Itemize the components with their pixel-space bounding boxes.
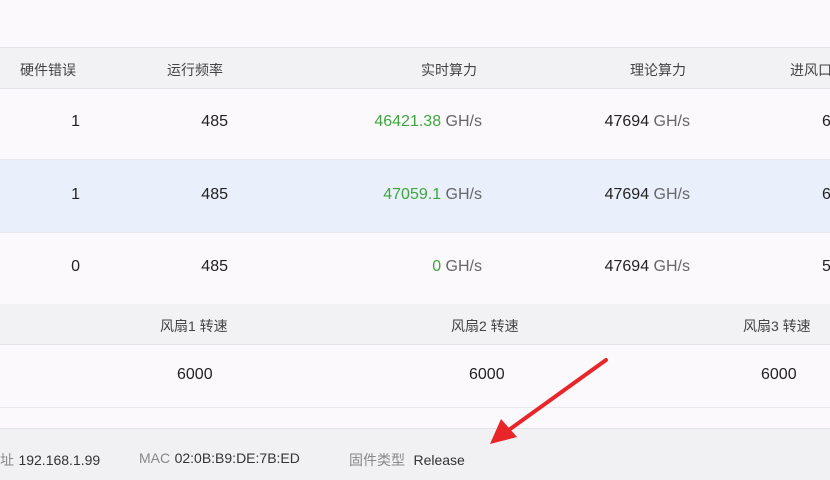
realtime-hashrate-unit: GH/s — [445, 186, 482, 203]
hw-errors-value: 0 — [71, 258, 80, 275]
hashboard-table-header: 硬件错误 运行频率 实时算力 理论算力 进风口 — [0, 47, 830, 89]
device-info-footer: 址 192.168.1.99 MAC 02:0B:B9:DE:7B:ED 固件类… — [0, 428, 830, 480]
mac-address-value: 02:0B:B9:DE:7B:ED — [174, 450, 300, 466]
firmware-type-label: 固件类型 — [349, 452, 405, 468]
theoretical-hashrate-unit: GH/s — [653, 258, 690, 275]
realtime-hashrate-unit: GH/s — [445, 113, 482, 130]
ip-address-label: 址 — [0, 452, 14, 468]
inlet-temp-value: 6 — [822, 113, 830, 130]
frequency-value: 485 — [201, 258, 228, 275]
fan3-speed-value: 6000 — [761, 366, 797, 383]
hw-errors-value: 1 — [71, 186, 80, 203]
theoretical-hashrate: 47694 GH/s — [605, 113, 690, 131]
realtime-hashrate-unit: GH/s — [445, 258, 482, 275]
theoretical-hashrate: 47694 GH/s — [605, 186, 690, 204]
theoretical-hashrate-unit: GH/s — [653, 113, 690, 130]
inlet-temp-value: 6 — [822, 186, 830, 203]
realtime-hashrate: 46421.38 GH/s — [374, 113, 482, 131]
col-fan3-speed: 风扇3 转速 — [743, 318, 811, 334]
col-realtime-hashrate: 实时算力 — [421, 62, 477, 78]
mac-address: MAC 02:0B:B9:DE:7B:ED — [139, 450, 300, 468]
hw-errors-value: 1 — [71, 113, 80, 130]
table-row: 1 485 47059.1 GH/s 47694 GH/s 6 — [0, 160, 830, 233]
col-fan2-speed: 风扇2 转速 — [451, 318, 519, 334]
frequency-value: 485 — [201, 186, 228, 203]
col-fan1-speed: 风扇1 转速 — [160, 318, 228, 334]
mac-address-label: MAC — [139, 450, 171, 466]
col-theoretical-hashrate: 理论算力 — [630, 62, 686, 78]
theoretical-hashrate-value: 47694 — [604, 113, 650, 130]
frequency-value: 485 — [201, 113, 228, 130]
realtime-hashrate-value: 46421.38 — [374, 113, 442, 130]
realtime-hashrate-value: 47059.1 — [383, 186, 442, 203]
ip-address-value: 192.168.1.99 — [18, 452, 101, 468]
col-inlet: 进风口 — [790, 62, 830, 78]
fan-table-row: 6000 6000 6000 — [0, 345, 830, 408]
ip-address: 址 192.168.1.99 — [0, 450, 100, 470]
theoretical-hashrate: 47694 GH/s — [605, 258, 690, 276]
realtime-hashrate: 0 GH/s — [432, 258, 482, 276]
theoretical-hashrate-value: 47694 — [604, 258, 650, 275]
realtime-hashrate-value: 0 — [432, 258, 442, 275]
fan-table-header: 风扇1 转速 风扇2 转速 风扇3 转速 — [0, 304, 830, 345]
col-hw-errors: 硬件错误 — [20, 62, 76, 78]
inlet-temp-value: 5 — [822, 258, 830, 275]
theoretical-hashrate-value: 47694 — [604, 186, 650, 203]
firmware-type-value: Release — [413, 452, 465, 468]
firmware-type: 固件类型 Release — [349, 450, 465, 470]
fan2-speed-value: 6000 — [469, 366, 505, 383]
realtime-hashrate: 47059.1 GH/s — [383, 186, 482, 204]
theoretical-hashrate-unit: GH/s — [653, 186, 690, 203]
table-row: 1 485 46421.38 GH/s 47694 GH/s 6 — [0, 87, 830, 160]
fan1-speed-value: 6000 — [177, 366, 213, 383]
table-row: 0 485 0 GH/s 47694 GH/s 5 — [0, 232, 830, 305]
col-frequency: 运行频率 — [167, 62, 223, 78]
